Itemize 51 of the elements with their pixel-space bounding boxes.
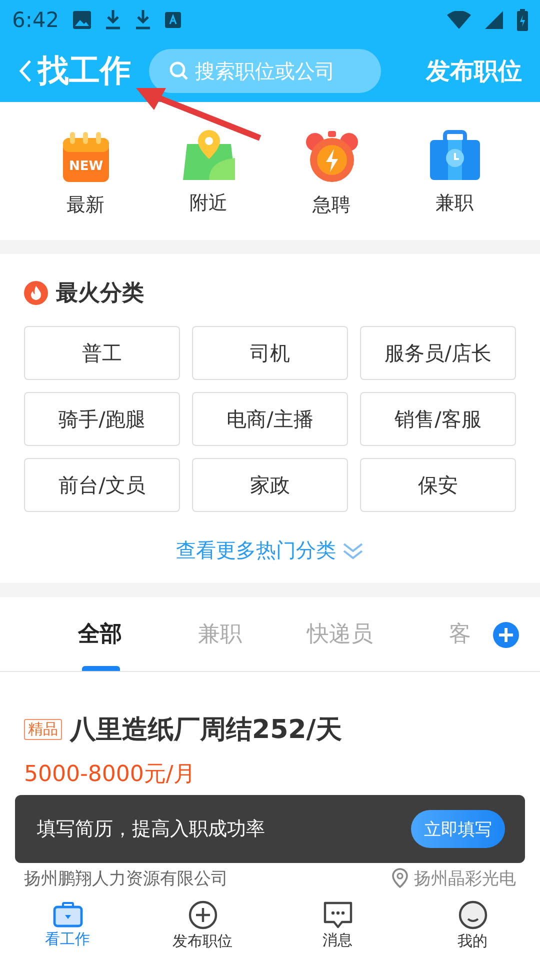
map-pin-icon <box>182 130 234 182</box>
job-title[interactable]: 八里造纸厂周结252/天 <box>70 712 342 747</box>
smiley-icon <box>458 900 488 930</box>
download-icon <box>105 10 122 30</box>
section-title: 最火分类 <box>56 280 144 308</box>
keyboard-app-icon <box>165 12 182 28</box>
category-chip[interactable]: 保安 <box>360 458 516 512</box>
category-chip[interactable]: 销售/客服 <box>360 392 516 446</box>
download-icon <box>135 10 152 30</box>
image-icon <box>73 11 92 29</box>
double-chevron-icon <box>342 542 364 560</box>
category-chip[interactable]: 家政 <box>192 458 348 512</box>
page-title: 找工作 <box>38 52 131 91</box>
nav-tab[interactable]: 发布职位 <box>152 900 252 950</box>
quick-entry-label: 急聘 <box>312 193 350 218</box>
location-pin-icon <box>390 868 410 890</box>
toast-message: 填写简历，提高入职成功率 <box>37 817 266 842</box>
job-salary: 5000-8000元/月 <box>24 761 196 789</box>
category-chip[interactable]: 司机 <box>192 326 348 380</box>
job-location: 扬州晶彩光电 <box>414 870 516 888</box>
quick-entry[interactable]: 急聘 <box>286 130 376 218</box>
nav-tab[interactable]: 消息 <box>288 900 388 950</box>
alarm-clock-icon <box>304 130 358 184</box>
quick-entry[interactable]: 附近 <box>164 130 254 218</box>
search-field[interactable]: 搜索职位或公司 <box>149 49 381 93</box>
battery-icon <box>517 9 528 31</box>
add-icon <box>188 900 218 930</box>
back-icon <box>18 59 32 83</box>
category-chip[interactable]: 前台/文员 <box>24 458 180 512</box>
add-icon[interactable] <box>492 621 520 649</box>
quick-entry[interactable]: NEW 最新 <box>40 130 130 218</box>
category-chip[interactable]: 骑手/跑腿 <box>24 392 180 446</box>
chat-bubble-icon <box>322 900 352 928</box>
signal-icon <box>485 11 503 29</box>
briefcase-icon <box>428 130 480 182</box>
quick-entry-label: 附近 <box>190 191 228 216</box>
flame-icon <box>24 281 48 305</box>
category-chip[interactable]: 普工 <box>24 326 180 380</box>
quick-entry-label: 兼职 <box>436 191 474 216</box>
quick-entry-label: 最新 <box>66 193 104 218</box>
quick-entry[interactable]: 兼职 <box>410 130 500 218</box>
nav-tab[interactable]: 我的 <box>422 900 522 950</box>
premium-tag: 精品 <box>24 719 62 740</box>
category-chip[interactable]: 电商/主播 <box>192 392 348 446</box>
nav-tab[interactable]: 看工作 <box>18 902 118 948</box>
company-name: 扬州鹏翔人力资源有限公司 <box>24 870 228 888</box>
category-chip[interactable]: 服务员/店长 <box>360 326 516 380</box>
job-tab[interactable]: 全部 <box>40 597 160 671</box>
briefcase-icon <box>52 902 82 928</box>
wifi-icon <box>447 11 471 29</box>
status-time: 6:42 <box>12 8 60 32</box>
